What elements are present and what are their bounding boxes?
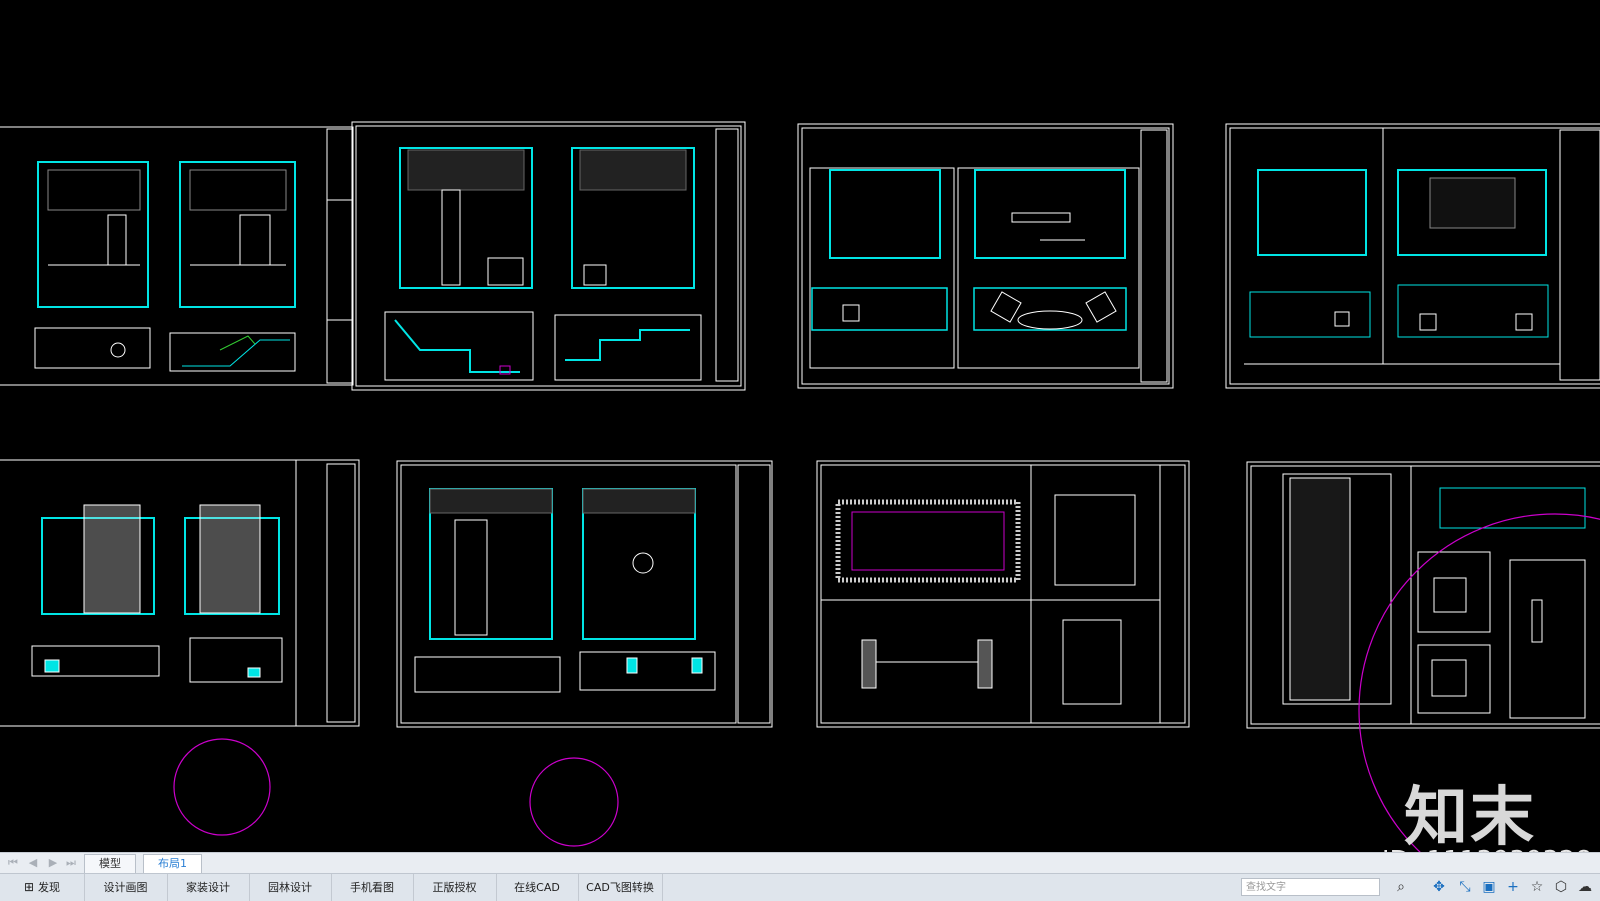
status-cad-convert-button[interactable]: CAD飞图转换 [578, 874, 663, 901]
tab-layout1[interactable]: 布局1 [143, 854, 202, 873]
cloud-icon[interactable]: ☁ [1576, 878, 1594, 896]
cube-icon[interactable]: ⬡ [1552, 878, 1570, 896]
cad-drawing-canvas[interactable] [0, 0, 1600, 852]
pan-icon[interactable]: ✥ [1430, 878, 1448, 896]
watermark-logo: 知末 [1404, 781, 1536, 855]
crosshair-icon[interactable]: + [1504, 878, 1522, 896]
zoom-extents-icon[interactable]: ⤡ [1456, 878, 1474, 896]
zoom-window-icon[interactable]: ▣ [1480, 878, 1498, 896]
prev-tab-icon[interactable]: ◀ [26, 856, 40, 869]
star-icon[interactable]: ☆ [1528, 878, 1546, 896]
layout-tab-bar: ⏮ ◀ ▶ ⏭ 模型 布局1 [0, 852, 1600, 873]
status-bar: ⊞ 发现 设计画图 家装设计 园林设计 手机看图 正版授权 在线CAD CAD飞图… [0, 873, 1600, 901]
status-discover-button[interactable]: ⊞ 发现 [0, 874, 85, 901]
status-design-draw-button[interactable]: 设计画图 [84, 874, 168, 901]
status-mobile-view-button[interactable]: 手机看图 [331, 874, 414, 901]
search-icon[interactable]: ⌕ [1392, 878, 1410, 896]
next-tab-icon[interactable]: ▶ [46, 856, 60, 869]
grid-icon: ⊞ [23, 880, 35, 894]
find-text-input[interactable]: 查找文字 [1241, 878, 1380, 896]
first-tab-icon[interactable]: ⏮ [6, 856, 20, 870]
status-home-design-button[interactable]: 家装设计 [167, 874, 250, 901]
last-tab-icon[interactable]: ⏭ [64, 856, 78, 870]
status-garden-design-button[interactable]: 园林设计 [249, 874, 332, 901]
status-license-button[interactable]: 正版授权 [413, 874, 497, 901]
status-online-cad-button[interactable]: 在线CAD [496, 874, 579, 901]
tab-model[interactable]: 模型 [84, 854, 136, 873]
